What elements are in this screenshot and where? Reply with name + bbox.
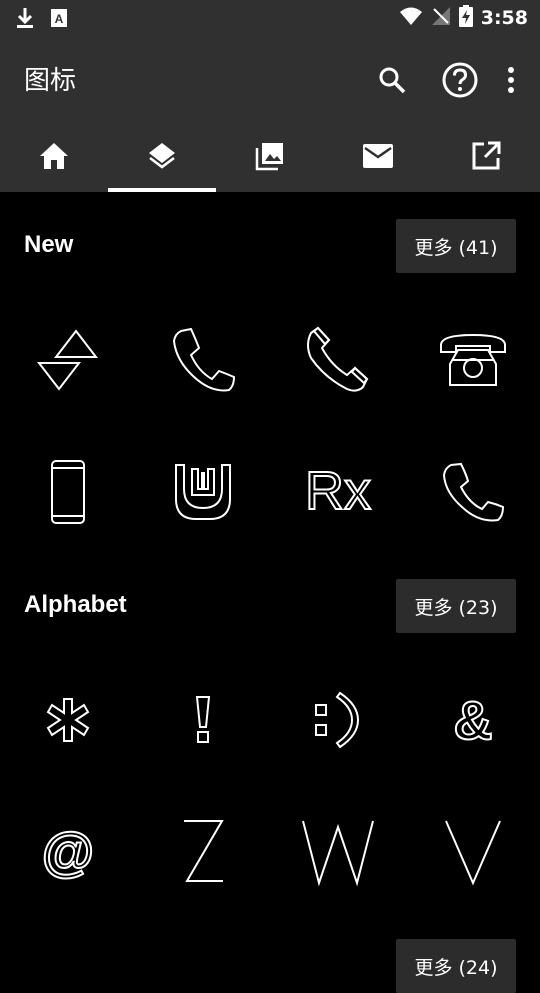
open-in-new-icon (472, 141, 501, 170)
search-icon (379, 67, 406, 94)
tab-open-in-new[interactable] (432, 120, 540, 192)
more-vert-icon (508, 67, 514, 93)
asterisk-icon[interactable] (0, 654, 135, 786)
ampersand-icon[interactable]: & (405, 654, 540, 786)
prescription-rx-icon[interactable]: Rx (270, 426, 405, 558)
smiley-colon-paren-icon[interactable] (270, 654, 405, 786)
page-title: 图标 (24, 66, 77, 96)
more-button-alphabet[interactable]: 更多 (23) (396, 579, 516, 633)
phone-hangup-icon[interactable] (270, 294, 405, 426)
download-icon (14, 6, 36, 34)
phone-icon[interactable] (135, 294, 270, 426)
at-glyph: @ (41, 822, 94, 882)
status-time: 3:58 (480, 7, 528, 29)
no-signal-icon (431, 6, 451, 30)
rx-glyph: Rx (305, 461, 371, 521)
at-sign-icon[interactable]: @ (0, 786, 135, 918)
icon-row (0, 294, 540, 426)
layers-icon (149, 143, 175, 169)
section-header-alphabet: Alphabet 更多 (23) (0, 579, 540, 633)
photo-library-icon (255, 143, 283, 171)
section-header-new: New 更多 (41) (0, 219, 540, 273)
tab-layers[interactable] (108, 120, 216, 192)
overflow-menu-button[interactable] (496, 58, 526, 102)
icon-list[interactable]: New 更多 (41) Rx Alphabet 更多 (23) & @ 更多 (… (0, 192, 540, 993)
help-icon (442, 62, 478, 98)
letter-w-icon[interactable] (270, 786, 405, 918)
section-title: Alphabet (24, 591, 127, 618)
icon-row: & (0, 654, 540, 786)
swap-vertical-triangles-icon[interactable] (0, 294, 135, 426)
icon-row: @ (0, 786, 540, 918)
battery-charging-icon (458, 5, 473, 31)
more-button-new[interactable]: 更多 (41) (396, 219, 516, 273)
tab-bar (0, 120, 540, 192)
tab-mail[interactable] (324, 120, 432, 192)
wifi-icon (399, 6, 423, 30)
wattpad-icon[interactable] (135, 426, 270, 558)
mail-icon (363, 144, 393, 168)
search-button[interactable] (370, 58, 414, 102)
phone-outline-icon[interactable] (405, 426, 540, 558)
status-bar: A 3:58 (0, 0, 540, 36)
tab-home[interactable] (0, 120, 108, 192)
exclamation-icon[interactable] (135, 654, 270, 786)
ampersand-glyph: & (453, 691, 492, 751)
app-notification-icon: A (50, 8, 68, 32)
home-icon (40, 143, 68, 169)
letter-v-icon[interactable] (405, 786, 540, 918)
icon-row: Rx (0, 426, 540, 558)
rotary-telephone-icon[interactable] (405, 294, 540, 426)
app-bar: 图标 (0, 36, 540, 120)
letter-z-icon[interactable] (135, 786, 270, 918)
help-button[interactable] (438, 58, 482, 102)
svg-text:A: A (55, 12, 64, 26)
tab-photo-library[interactable] (216, 120, 324, 192)
section-header-third: 更多 (24) (0, 939, 540, 993)
smartphone-icon[interactable] (0, 426, 135, 558)
more-button-third[interactable]: 更多 (24) (396, 939, 516, 993)
section-title: New (24, 231, 74, 258)
